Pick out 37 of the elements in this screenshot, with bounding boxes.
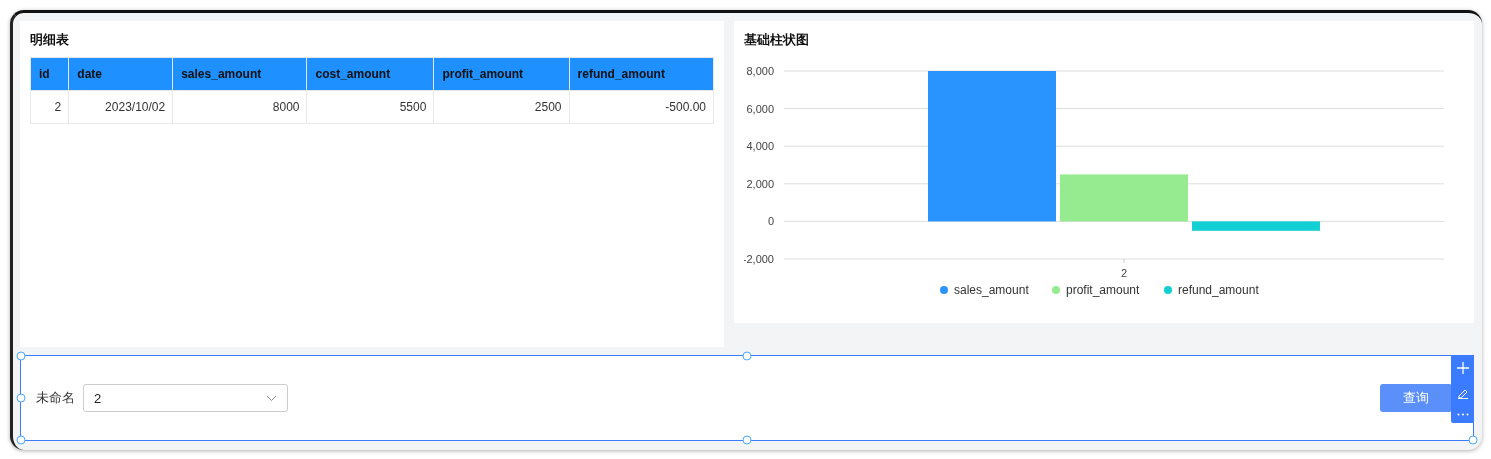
legend-label[interactable]: refund_amount (1178, 283, 1259, 297)
resize-handle[interactable] (1468, 435, 1478, 445)
axis-label: 2,000 (746, 177, 774, 190)
table-cell: -500.00 (569, 90, 714, 124)
column-header[interactable]: sales_amount (172, 57, 307, 91)
query-button[interactable]: 查询 (1380, 384, 1452, 412)
resize-handle[interactable] (16, 393, 26, 403)
legend-label[interactable]: sales_amount (954, 283, 1029, 297)
axis-label: 8,000 (746, 65, 774, 77)
pencil-icon[interactable] (1456, 387, 1469, 400)
axis-label: 0 (767, 215, 774, 228)
axis-label: 2 (1120, 267, 1128, 279)
axis-label: 4,000 (746, 140, 774, 153)
column-header[interactable]: cost_amount (307, 57, 434, 91)
table-cell: 2 (30, 90, 69, 124)
more-icon[interactable] (1456, 413, 1469, 417)
filter-label: 未命名 (36, 389, 75, 407)
select-field[interactable]: 2 (83, 384, 288, 412)
axis-label: 6,000 (746, 102, 774, 115)
resize-handle[interactable] (16, 435, 26, 445)
chevron-down-icon (266, 394, 277, 402)
table-cell: 2023/10/02 (68, 90, 173, 124)
plus-icon[interactable] (1456, 361, 1469, 374)
axis-label: -2,000 (744, 253, 774, 265)
table-cell: 5500 (307, 90, 434, 124)
column-header[interactable]: profit_amount (433, 57, 570, 91)
table-cell: 8000 (172, 90, 307, 124)
panel-title: 明细表 (30, 31, 70, 49)
resize-handle[interactable] (16, 351, 26, 361)
legend-label[interactable]: profit_amount (1066, 283, 1140, 297)
column-header[interactable]: date (68, 57, 173, 91)
resize-handle[interactable] (742, 351, 752, 361)
table-cell: 2500 (433, 90, 570, 124)
panel-title: 基础柱状图 (744, 31, 810, 49)
column-header[interactable]: refund_amount (569, 57, 714, 91)
column-header[interactable]: id (30, 57, 69, 91)
resize-handle[interactable] (742, 435, 752, 445)
